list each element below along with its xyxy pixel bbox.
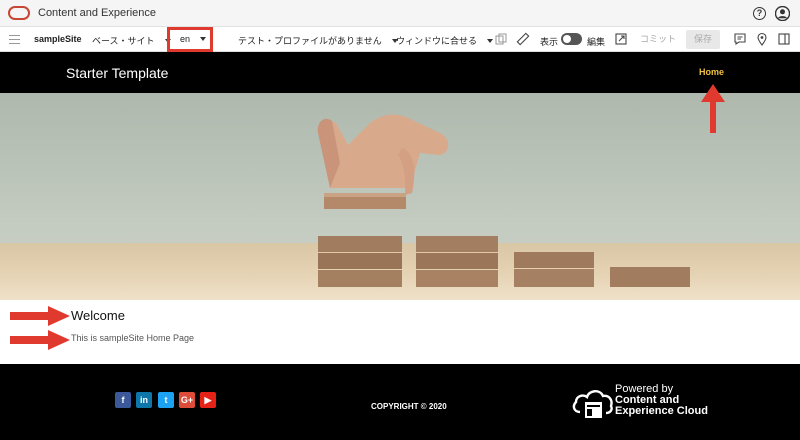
side-panel-icon[interactable] [777,32,791,46]
copyright-text: COPYRIGHT © 2020 [371,402,447,411]
powered-by-logo: Powered by Content and Experience Cloud [572,384,722,424]
facebook-icon[interactable]: f [115,392,131,408]
wooden-blocks-illustration [317,114,690,287]
oracle-logo-icon[interactable] [8,6,30,20]
editor-toolbar: sampleSite ベース・サイト en テスト・プロファイルがありません ウ… [0,27,800,52]
fit-window-dropdown[interactable]: ウィンドウに合せる [396,34,494,47]
welcome-heading: Welcome [71,308,125,323]
help-icon[interactable]: ? [753,7,766,20]
powered-by-line3: Experience Cloud [615,405,708,417]
youtube-icon[interactable]: ▶ [200,392,216,408]
annotation-arrows-right [10,306,70,350]
googleplus-icon[interactable]: G+ [179,392,195,408]
twitter-icon[interactable]: t [158,392,174,408]
hero-image [0,93,800,300]
cloud-icon [572,390,613,418]
copy-icon[interactable] [494,32,508,46]
save-button[interactable]: 保存 [686,30,720,49]
base-site-dropdown[interactable]: ベース・サイト [92,34,171,47]
commit-button[interactable]: コミット [636,31,680,48]
user-icon[interactable] [775,6,790,21]
app-title: Content and Experience [38,7,157,19]
chevron-down-icon [487,38,494,43]
welcome-section: Welcome This is sampleSite Home Page [0,300,800,364]
open-external-icon[interactable] [614,32,628,46]
site-footer: f in t G+ ▶ COPYRIGHT © 2020 Powered by … [0,364,800,440]
nav-home-link[interactable]: Home [699,67,724,77]
site-header: Starter Template Home [0,52,800,93]
welcome-text: This is sampleSite Home Page [71,333,195,343]
view-mode-label: 表示 [540,37,559,47]
edit-mode-toggle[interactable] [561,33,582,45]
location-pin-icon[interactable] [755,32,769,46]
hamburger-icon[interactable] [9,35,20,44]
app-bar: Content and Experience ? [0,0,800,27]
test-profile-dropdown[interactable]: テスト・プロファイルがありません [238,34,398,47]
linkedin-icon[interactable]: in [136,392,152,408]
ruler-icon[interactable] [516,32,530,46]
comment-icon[interactable] [733,32,747,46]
site-name: sampleSite [34,34,82,44]
annotation-arrow-up [701,84,725,133]
chevron-down-icon [200,37,207,41]
language-dropdown[interactable]: en [180,34,207,44]
edit-mode-label: 編集 [587,37,606,47]
site-title[interactable]: Starter Template [66,65,168,81]
